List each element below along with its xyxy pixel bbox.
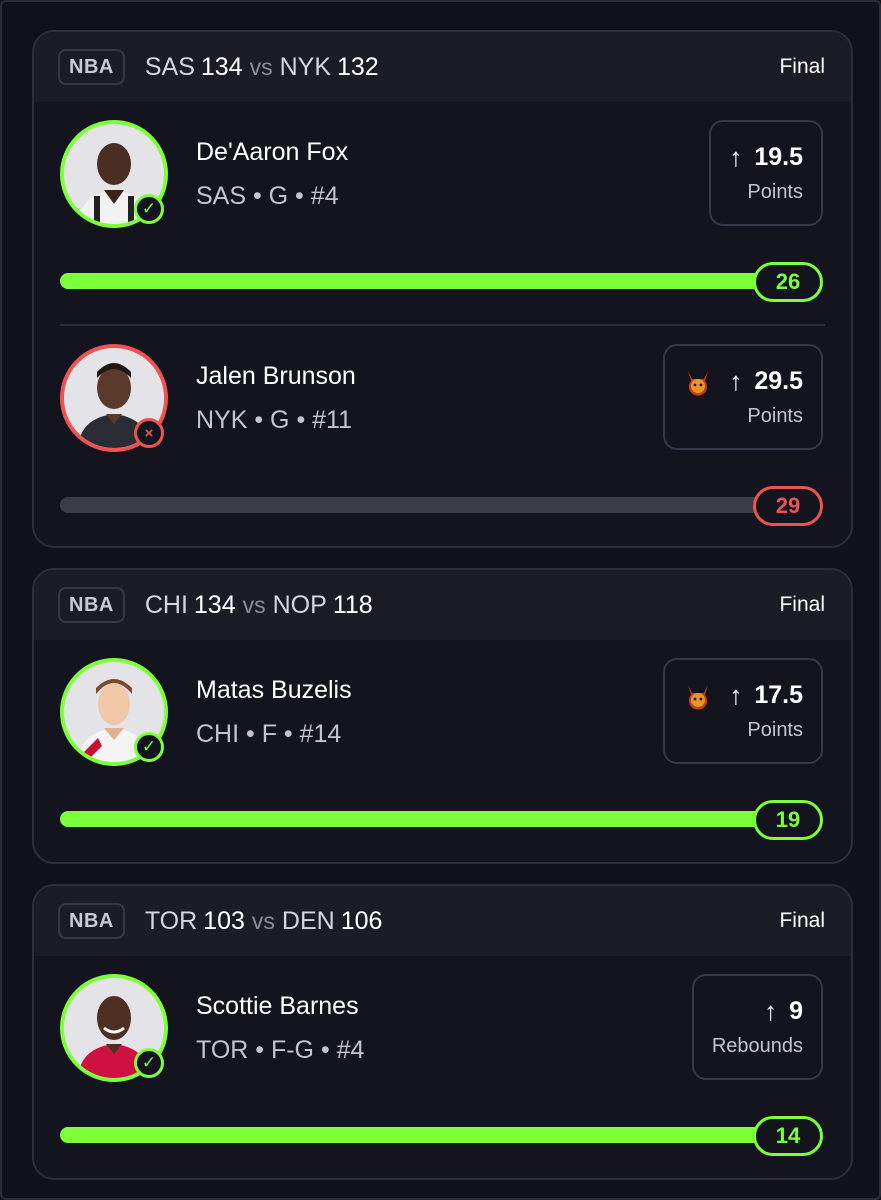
stat-label: Points	[747, 719, 803, 741]
league-badge: NBA	[58, 49, 125, 85]
progress-bar: 29	[60, 486, 823, 526]
player-name: Jalen Brunson	[196, 362, 356, 390]
stat-label: Points	[747, 405, 803, 427]
check-icon: ✓	[134, 194, 164, 224]
arrow-up-icon: ↑	[729, 680, 743, 710]
player-meta: SAS • G • #4	[196, 182, 339, 210]
prop-line-value: 17.5	[754, 681, 803, 709]
home-team: DEN	[281, 906, 335, 935]
arrow-up-icon: ↑	[729, 366, 743, 396]
scoreboard-page: NBA SAS 134 vs NYK 132 Final ✓ De'Aaron …	[0, 0, 881, 1200]
check-icon: ✓	[134, 732, 164, 762]
result-pill: 29	[753, 486, 823, 526]
devil-boost-icon	[688, 684, 709, 710]
away-score: 103	[203, 906, 245, 935]
progress-fill	[60, 273, 783, 289]
home-score: 118	[332, 590, 373, 619]
player-meta: TOR • F-G • #4	[196, 1036, 365, 1064]
player-name: Scottie Barnes	[196, 992, 359, 1020]
player-pick[interactable]: ✓ Scottie Barnes TOR • F-G • #4 ↑ 9 Rebo…	[34, 956, 851, 1178]
player-pick[interactable]: × Jalen Brunson NYK • G • #11 ↑ 29.5 Poi…	[60, 324, 825, 546]
game-header: NBA SAS 134 vs NYK 132 Final	[34, 32, 851, 102]
prop-line-box[interactable]: ↑ 17.5 Points	[663, 658, 823, 764]
player-name: De'Aaron Fox	[196, 138, 349, 166]
progress-bar: 14	[60, 1116, 823, 1156]
progress-bar: 26	[60, 262, 823, 302]
prop-line-box[interactable]: ↑ 19.5 Points	[709, 120, 823, 226]
game-card[interactable]: NBA SAS 134 vs NYK 132 Final ✓ De'Aaron …	[32, 30, 853, 548]
player-meta: NYK • G • #11	[196, 406, 352, 434]
league-badge: NBA	[58, 903, 125, 939]
away-team: TOR	[144, 906, 198, 935]
matchup: SAS 134 vs NYK 132	[145, 53, 379, 82]
away-score: 134	[200, 52, 243, 81]
league-badge: NBA	[58, 587, 125, 623]
player-pick[interactable]: ✓ Matas Buzelis CHI • F • #14 ↑ 17.5 Poi…	[34, 640, 851, 862]
player-pick[interactable]: ✓ De'Aaron Fox SAS • G • #4 ↑ 19.5 Point…	[34, 102, 851, 324]
progress-fill	[60, 811, 783, 827]
away-team: SAS	[144, 52, 195, 81]
home-score: 132	[337, 52, 379, 81]
result-pill: 26	[753, 262, 823, 302]
result-pill: 14	[753, 1116, 823, 1156]
stat-label: Points	[747, 181, 803, 203]
game-header: NBA TOR 103 vs DEN 106 Final	[34, 886, 851, 956]
progress-fill	[60, 1127, 783, 1143]
player-meta: CHI • F • #14	[196, 720, 342, 748]
prop-line-value: 19.5	[754, 143, 803, 171]
prop-line-box[interactable]: ↑ 9 Rebounds	[691, 974, 823, 1080]
vs-label: vs	[242, 591, 266, 618]
arrow-up-icon: ↑	[729, 142, 743, 172]
home-team: NYK	[279, 52, 331, 81]
prop-line-box[interactable]: ↑ 29.5 Points	[663, 344, 823, 450]
result-pill: 19	[753, 800, 823, 840]
check-icon: ✓	[134, 1048, 164, 1078]
home-score: 106	[340, 906, 383, 935]
away-score: 134	[193, 590, 236, 619]
prop-line-value: 9	[789, 997, 803, 1025]
game-status: Final	[779, 909, 825, 932]
home-team: NOP	[272, 590, 327, 619]
prop-line-value: 29.5	[754, 367, 803, 395]
vs-label: vs	[251, 907, 275, 934]
away-team: CHI	[144, 590, 188, 619]
game-header: NBA CHI 134 vs NOP 118 Final	[34, 570, 851, 640]
game-card[interactable]: NBA TOR 103 vs DEN 106 Final ✓ Scottie B…	[32, 884, 853, 1180]
stat-label: Rebounds	[711, 1035, 803, 1057]
progress-fill	[60, 497, 769, 513]
matchup: TOR 103 vs DEN 106	[145, 907, 383, 936]
game-card[interactable]: NBA CHI 134 vs NOP 118 Final ✓ Matas Buz…	[32, 568, 853, 864]
game-status: Final	[779, 55, 825, 78]
devil-boost-icon	[688, 370, 709, 396]
cross-icon: ×	[134, 418, 164, 448]
game-status: Final	[779, 593, 825, 616]
arrow-up-icon: ↑	[764, 996, 778, 1026]
matchup: CHI 134 vs NOP 118	[145, 591, 373, 620]
player-name: Matas Buzelis	[196, 676, 352, 704]
vs-label: vs	[249, 53, 273, 80]
progress-bar: 19	[60, 800, 823, 840]
